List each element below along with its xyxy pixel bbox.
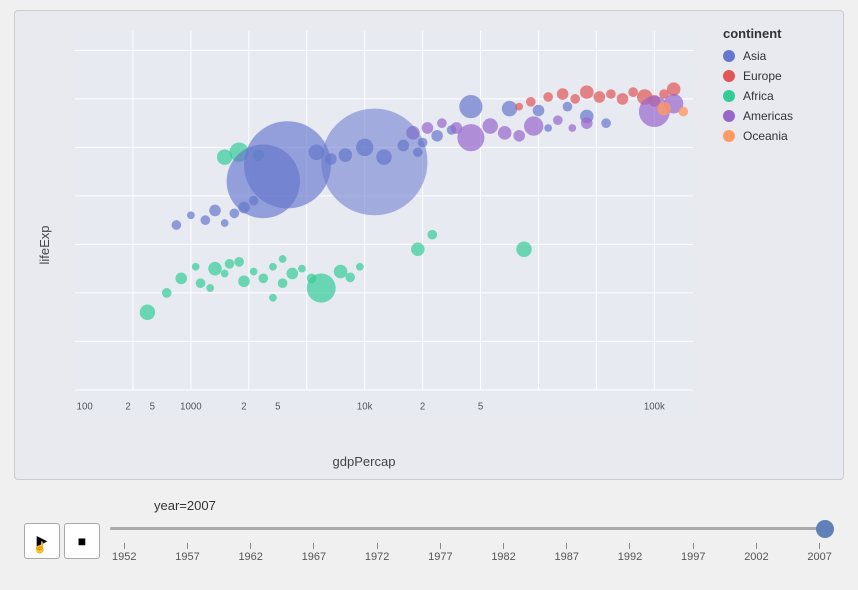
play-controls: ▶ ☝ ■ <box>24 523 100 559</box>
legend-dot-africa <box>723 90 735 102</box>
tick-1977: 1977 <box>428 543 452 563</box>
chart-legend: continent Asia Europe Africa Americas Oc… <box>713 11 843 479</box>
tick-1967: 1967 <box>302 543 326 563</box>
legend-item-asia: Asia <box>723 49 833 63</box>
svg-text:5: 5 <box>478 401 483 412</box>
slider-ticks: 1952 1957 1962 1967 1972 <box>110 543 834 563</box>
y-axis-label: lifeExp <box>37 225 52 264</box>
legend-item-europe: Europe <box>723 69 833 83</box>
tick-2007: 2007 <box>807 543 831 563</box>
legend-label-americas: Americas <box>743 109 793 123</box>
legend-dot-oceania <box>723 130 735 142</box>
tick-1957: 1957 <box>175 543 199 563</box>
svg-text:5: 5 <box>150 401 155 412</box>
svg-text:2: 2 <box>241 401 246 412</box>
scatter-plot: 90 80 70 60 50 40 30 100 2 5 1000 2 5 10… <box>75 31 693 419</box>
svg-text:1000: 1000 <box>180 401 201 412</box>
stop-icon: ■ <box>78 533 86 549</box>
legend-label-asia: Asia <box>743 49 766 63</box>
cursor-icon: ☝ <box>33 541 47 554</box>
legend-label-europe: Europe <box>743 69 782 83</box>
legend-dot-europe <box>723 70 735 82</box>
svg-text:5: 5 <box>275 401 280 412</box>
legend-item-africa: Africa <box>723 89 833 103</box>
svg-text:10k: 10k <box>357 401 373 412</box>
svg-text:100: 100 <box>77 401 93 412</box>
slider-row: ▶ ☝ ■ 1952 1957 <box>24 519 834 563</box>
tick-1992: 1992 <box>618 543 642 563</box>
legend-item-oceania: Oceania <box>723 129 833 143</box>
chart-area: lifeExp 90 <box>15 11 713 479</box>
tick-1952: 1952 <box>112 543 136 563</box>
tick-1982: 1982 <box>491 543 515 563</box>
svg-text:2: 2 <box>125 401 130 412</box>
legend-item-americas: Americas <box>723 109 833 123</box>
legend-label-oceania: Oceania <box>743 129 788 143</box>
legend-dot-asia <box>723 50 735 62</box>
tick-2002: 2002 <box>744 543 768 563</box>
slider-line <box>110 527 834 530</box>
legend-label-africa: Africa <box>743 89 774 103</box>
legend-dot-americas <box>723 110 735 122</box>
tick-1972: 1972 <box>365 543 389 563</box>
year-label: year=2007 <box>154 498 834 513</box>
svg-text:2: 2 <box>420 401 425 412</box>
tick-1962: 1962 <box>238 543 262 563</box>
controls-panel: year=2007 ▶ ☝ ■ 1952 <box>14 480 844 580</box>
year-slider-container: 1952 1957 1962 1967 1972 <box>110 519 834 563</box>
stop-button[interactable]: ■ <box>64 523 100 559</box>
tick-1997: 1997 <box>681 543 705 563</box>
play-button[interactable]: ▶ ☝ <box>24 523 60 559</box>
legend-title: continent <box>723 26 833 41</box>
slider-track <box>110 519 834 539</box>
slider-fill <box>110 527 834 530</box>
svg-text:100k: 100k <box>644 401 665 412</box>
slider-thumb[interactable] <box>816 520 834 538</box>
x-axis-label: gdpPercap <box>333 454 396 469</box>
tick-1987: 1987 <box>555 543 579 563</box>
chart-container: lifeExp 90 <box>14 10 844 480</box>
